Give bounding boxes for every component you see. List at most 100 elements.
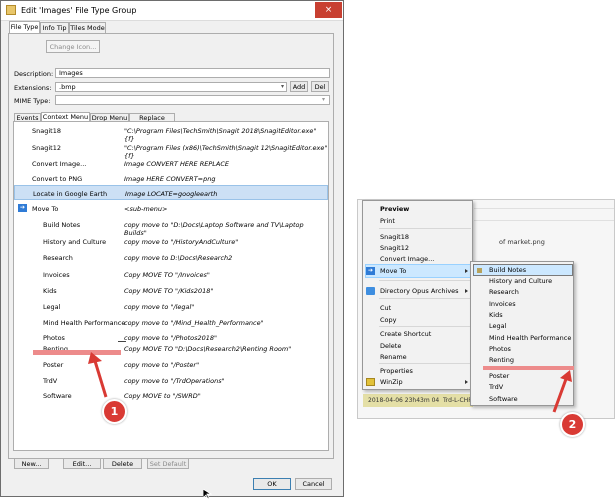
menu-item-create-shortcut[interactable]: Create Shortcut [380,330,431,338]
row-name: TrdV [43,377,58,385]
status-date: 2018-04-06 23h43m 04 [368,397,440,404]
list-row-build-notes[interactable]: Build Notes copy move to "D:\Docs\Laptop … [14,217,328,237]
menu-item-print[interactable]: Print [380,217,395,225]
tab-tiles-mode[interactable]: Tiles Mode [69,22,106,33]
mime-dropdown-icon[interactable]: ▾ [322,96,325,103]
submenu-item-research[interactable]: Research [489,288,519,296]
change-icon-button[interactable]: Change Icon... [46,40,100,53]
row-command: copy move to D:\Docs\Research2 [124,254,233,262]
archive-icon [366,287,375,295]
list-row-history-culture[interactable]: History and Culture copy move to "/Histor… [14,234,328,249]
extensions-field[interactable]: .bmp [55,82,287,92]
submenu-item-history-culture[interactable]: History and Culture [489,277,552,285]
row-name: Convert Image... [32,160,87,168]
row-name: Kids [43,287,57,295]
list-row-software[interactable]: Software Copy MOVE to "/SWRD" [14,388,328,403]
set-default-button[interactable]: Set Default [147,458,189,469]
submenu-item-poster[interactable]: Poster [489,372,509,380]
menu-item-cut[interactable]: Cut [380,304,391,312]
submenu-item-photos[interactable]: Photos [489,345,511,353]
submenu-item-kids[interactable]: Kids [489,311,503,319]
menu-item-convert-image[interactable]: Convert Image... [380,255,434,263]
chevron-down-icon[interactable]: ▾ [281,83,284,90]
mime-type-field[interactable] [55,95,330,105]
extensions-label: Extensions: [14,84,52,92]
del-button[interactable]: Del [311,81,329,92]
menu-item-rename[interactable]: Rename [380,353,407,361]
list-row-convert-image[interactable]: Convert Image... Image CONVERT HERE REPLA… [14,156,328,171]
list-row-snagit18[interactable]: Snagit18 "C:\Program Files\TechSmith\Snag… [14,123,328,143]
row-name: Build Notes [43,221,81,229]
row-command: copy move to "/Poster" [124,361,200,369]
menu-item-snagit12[interactable]: Snagit12 [380,244,409,252]
cancel-button[interactable]: Cancel [295,478,332,490]
list-row-locate-google-earth[interactable]: Locate in Google Earth Image LOCATE=googl… [14,185,328,200]
divider [474,208,614,209]
close-button[interactable]: × [315,2,342,18]
context-menu: Preview Print Snagit18 Snagit12 Convert … [362,200,473,390]
row-command: Image HERE CONVERT=png [124,175,216,183]
list-row-legal[interactable]: Legal copy move to "/legal" [14,299,328,314]
list-row-kids[interactable]: Kids Copy MOVE TO "/Kids2018" [14,283,328,298]
title-bar: Edit 'Images' File Type Group × [1,1,343,21]
row-command: Copy MOVE TO "D:\Docs\Research2\Renting … [124,345,292,353]
dialog-title: Edit 'Images' File Type Group [21,6,137,15]
list-row-research[interactable]: Research copy move to D:\Docs\Research2 [14,250,328,265]
context-menu-list: Snagit18 "C:\Program Files\TechSmith\Snag… [13,121,329,451]
annotation-arrow [88,352,108,398]
row-command: Copy MOVE TO "/Kids2018" [124,287,214,295]
description-field[interactable]: Images [55,68,330,78]
submenu-item-renting[interactable]: Renting [489,356,514,364]
status-name: Trd-L-CHF [443,397,472,404]
row-command: Image CONVERT HERE REPLACE [124,160,229,168]
submenu-item-build-notes[interactable]: Build Notes [489,266,526,274]
menu-item-delete[interactable]: Delete [380,342,401,350]
annotation-badge-1: 1 [102,399,127,424]
list-row-invoices[interactable]: Invoices Copy MOVE TO "/Invoices" [14,267,328,282]
mime-type-label: MIME Type: [14,97,51,105]
folder-icon [477,268,482,273]
move-to-icon: ➔ [366,267,375,275]
row-name: Convert to PNG [32,175,83,183]
ok-button[interactable]: OK [253,478,291,490]
submenu-item-mind-health[interactable]: Mind Health Performance [489,334,571,342]
cursor-icon [203,489,213,499]
menu-separator [379,280,471,281]
menu-item-preview[interactable]: Preview [380,205,409,213]
annotation-badge-2: 2 [560,412,585,437]
menu-item-properties[interactable]: Properties [380,367,413,375]
menu-item-move-to[interactable]: Move To [380,267,406,275]
row-command: Copy MOVE to "/SWRD" [124,392,201,400]
menu-item-winzip[interactable]: WinZip [380,378,403,386]
list-row-trdv[interactable]: TrdV copy move to "/TrdOperations" [14,373,328,388]
row-name: Move To [32,205,59,213]
row-name: Poster [43,361,64,369]
submenu-item-invoices[interactable]: Invoices [489,300,516,308]
row-command: Copy MOVE TO "/Invoices" [124,271,210,279]
submenu-item-trdv[interactable]: TrdV [489,383,503,391]
menu-separator [379,228,471,229]
submenu-item-legal[interactable]: Legal [489,322,506,330]
delete-button[interactable]: Delete [103,458,142,469]
submenu-item-software[interactable]: Software [489,395,518,403]
row-command: <sub-menu> [124,205,168,213]
menu-item-copy[interactable]: Copy [380,316,397,324]
list-row-mind-health[interactable]: Mind Health Performance copy move to "/Mi… [14,315,328,330]
list-row-poster[interactable]: Poster copy move to "/Poster" [14,357,328,372]
move-to-icon: ➔ [18,204,27,212]
file-name-text: of market.png [499,238,545,246]
row-name: Snagit18 [32,127,61,135]
row-command: copy move to "/legal" [124,303,195,311]
row-name: Legal [43,303,61,311]
list-row-snagit12[interactable]: Snagit12 "C:\Program Files (x86)\TechSmit… [14,140,328,160]
new-button[interactable]: New... [14,458,49,469]
list-row-convert-to-png[interactable]: Convert to PNG Image HERE CONVERT=png [14,171,328,186]
list-row-move-to[interactable]: ➔ Move To <sub-menu> [14,201,328,216]
add-button[interactable]: Add [290,81,308,92]
menu-item-directory-opus-archives[interactable]: Directory Opus Archives [380,287,459,295]
edit-button[interactable]: Edit... [63,458,101,469]
tab-info-tip[interactable]: Info Tip [40,22,69,33]
menu-item-snagit18[interactable]: Snagit18 [380,233,409,241]
row-name: Snagit12 [32,144,61,152]
row-name: Mind Health Performance [43,319,126,327]
